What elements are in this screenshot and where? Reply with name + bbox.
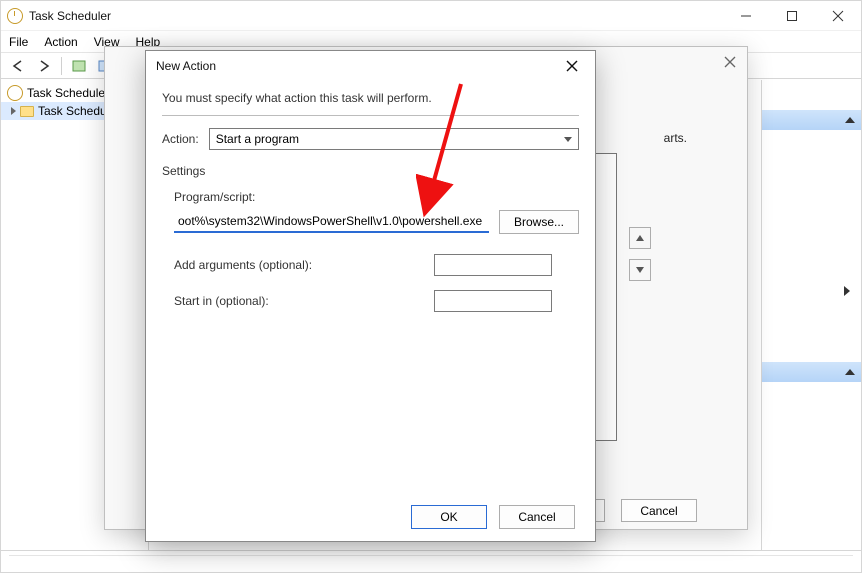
arrow-left-icon: [11, 59, 25, 73]
close-icon: [724, 56, 736, 68]
action-combobox[interactable]: Start a program: [209, 128, 579, 150]
program-script-label: Program/script:: [174, 190, 579, 204]
minimize-button[interactable]: [723, 1, 769, 30]
arguments-row: Add arguments (optional):: [174, 254, 579, 276]
window-controls: [723, 1, 861, 30]
program-script-input[interactable]: [174, 211, 489, 233]
actions-header-2[interactable]: [762, 362, 861, 382]
dialog-footer: OK Cancel: [146, 493, 595, 541]
app-title: Task Scheduler: [29, 9, 111, 23]
minimize-icon: [740, 10, 752, 22]
dialog-body: You must specify what action this task w…: [146, 81, 595, 493]
back-dialog-close-button[interactable]: [721, 53, 739, 71]
dialog-close-button[interactable]: [555, 55, 589, 77]
cancel-button[interactable]: Cancel: [499, 505, 575, 529]
statusbar: [1, 550, 861, 572]
program-script-row: Browse...: [174, 210, 579, 234]
spin-down-button[interactable]: [629, 259, 651, 281]
menu-file[interactable]: File: [9, 35, 28, 49]
new-action-dialog: New Action You must specify what action …: [145, 50, 596, 542]
titlebar: Task Scheduler: [1, 1, 861, 31]
action-row: Action: Start a program: [162, 128, 579, 150]
actions-header-1[interactable]: [762, 110, 861, 130]
close-icon: [566, 60, 578, 72]
menu-action[interactable]: Action: [44, 35, 77, 49]
dialog-titlebar: New Action: [146, 51, 595, 81]
back-dialog-cancel-button[interactable]: Cancel: [621, 499, 697, 522]
arguments-input[interactable]: [434, 254, 552, 276]
chevron-right-icon[interactable]: [844, 286, 850, 296]
browse-button[interactable]: Browse...: [499, 210, 579, 234]
action-label: Action:: [162, 132, 199, 146]
arrow-right-icon: [37, 59, 51, 73]
panel-icon: [72, 59, 86, 73]
clock-icon: [7, 85, 23, 101]
close-icon: [832, 10, 844, 22]
start-in-row: Start in (optional):: [174, 290, 579, 312]
maximize-icon: [786, 10, 798, 22]
maximize-button[interactable]: [769, 1, 815, 30]
folder-icon: [20, 106, 34, 117]
clock-icon: [7, 8, 23, 24]
dialog-instruction: You must specify what action this task w…: [162, 87, 579, 115]
forward-button[interactable]: [33, 55, 55, 77]
action-combobox-value: Start a program: [216, 132, 299, 146]
arguments-label: Add arguments (optional):: [174, 258, 434, 272]
toolbar-btn-1[interactable]: [68, 55, 90, 77]
back-button[interactable]: [7, 55, 29, 77]
settings-group-label: Settings: [162, 164, 579, 178]
chevron-right-icon: [11, 107, 16, 115]
triangle-up-icon: [635, 233, 645, 243]
dialog-title: New Action: [156, 59, 216, 73]
triangle-up-icon: [845, 369, 855, 375]
triangle-down-icon: [635, 265, 645, 275]
ok-button[interactable]: OK: [411, 505, 487, 529]
start-in-label: Start in (optional):: [174, 294, 434, 308]
close-button[interactable]: [815, 1, 861, 30]
back-dialog-cancel-label: Cancel: [640, 504, 677, 518]
divider: [162, 115, 579, 116]
chevron-down-icon: [564, 137, 572, 142]
start-in-input[interactable]: [434, 290, 552, 312]
triangle-up-icon: [845, 117, 855, 123]
toolbar-separator: [61, 57, 62, 75]
spin-up-button[interactable]: [629, 227, 651, 249]
actions-pane: [761, 80, 861, 550]
back-dialog-partial-text: arts.: [664, 131, 687, 145]
